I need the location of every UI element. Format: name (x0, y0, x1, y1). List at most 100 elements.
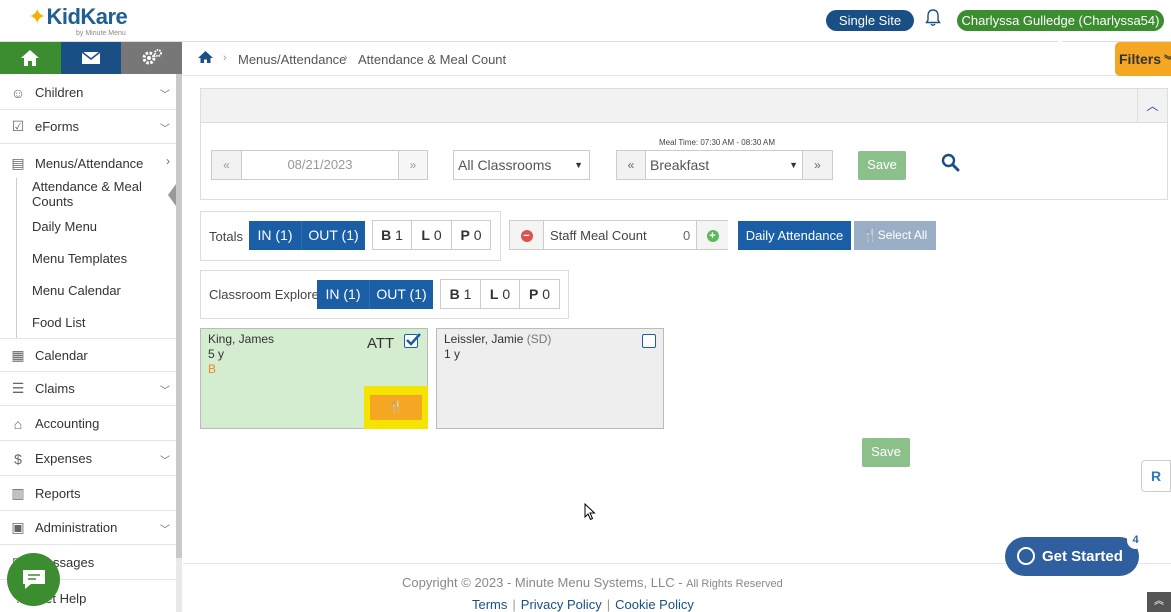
sidebar-item-administration[interactable]: ▣ Administration ﹀ (0, 511, 176, 545)
meal-select[interactable]: Breakfast ▼ (645, 150, 805, 180)
child-age: 5 y (208, 347, 225, 361)
single-site-button[interactable]: Single Site (826, 10, 914, 31)
sidebar-item-reports[interactable]: ▥ Reports (0, 477, 176, 511)
chevron-up-icon[interactable]: ︿ (1137, 89, 1167, 123)
scrollbar-thumb[interactable] (176, 74, 182, 558)
select-all-button[interactable]: 🍴Select All (854, 221, 936, 250)
chevron-right-icon: › (223, 52, 227, 64)
staff-meal-count-label: Staff Meal Count (550, 228, 647, 243)
breadcrumb: › Menus/Attendance › Attendance & Meal C… (183, 42, 1171, 76)
footer-links: Terms | Privacy Policy | Cookie Policy (472, 597, 694, 612)
chevron-down-icon: ﹀ (160, 90, 170, 101)
child-card[interactable]: King, James 5 y B ATT 🍴 (200, 328, 428, 429)
totals-out-button[interactable]: OUT (1) (301, 221, 365, 250)
sidebar-item-label: Claims (35, 381, 75, 396)
attendance-checkbox[interactable] (404, 333, 421, 348)
child-meal-code: B (208, 362, 217, 376)
sidebar-item-accounting[interactable]: ⌂ Accounting (0, 407, 176, 441)
prev-meal-button[interactable]: « (616, 150, 646, 180)
sidebar-subitem-menu-calendar[interactable]: Menu Calendar (16, 274, 176, 306)
report-icon: ▥ (11, 485, 25, 501)
brand-tagline: by Minute Menu (76, 30, 126, 37)
decrement-button[interactable]: − (510, 221, 544, 249)
classroom-out-button[interactable]: OUT (1) (369, 280, 433, 309)
save-button[interactable]: Save (862, 438, 910, 467)
meal-time-label: Meal Time: 07:30 AM - 08:30 AM (659, 138, 776, 147)
totals-pm-snack-count: P 0 (451, 220, 491, 250)
kidkare-logo[interactable]: ✦KidKare by Minute Menu (28, 4, 128, 38)
chat-bubble-button[interactable] (7, 553, 60, 606)
child-card[interactable]: Leissler, Jamie (SD) 1 y (436, 328, 664, 429)
scroll-to-top-icon[interactable]: ︽ (1147, 592, 1171, 612)
minus-circle-icon: − (520, 230, 533, 242)
classroom-lunch-count: L 0 (480, 279, 520, 309)
next-date-button[interactable]: » (398, 150, 428, 180)
privacy-policy-link[interactable]: Privacy Policy (521, 597, 602, 612)
list-icon: ☰ (11, 380, 25, 396)
totals-label: Totals (209, 229, 243, 244)
sidebar-subitem-menu-templates[interactable]: Menu Templates (16, 242, 176, 274)
attendance-status: ATT (367, 335, 395, 352)
chat-icon (23, 570, 45, 589)
sidebar-item-label: eForms (35, 119, 80, 134)
chevron-down-icon: ﹀ (160, 456, 170, 467)
sidebar-item-calendar[interactable]: ▦ Calendar (0, 338, 176, 372)
get-started-button[interactable]: Get Started (1005, 537, 1139, 576)
next-meal-button[interactable]: » (802, 150, 833, 180)
dollar-icon: $ (14, 450, 22, 467)
sidebar-item-expenses[interactable]: $ Expenses ﹀ (0, 442, 176, 476)
mail-icon[interactable] (60, 42, 122, 74)
mouse-cursor-icon (584, 503, 596, 521)
search-icon[interactable] (941, 153, 960, 177)
increment-button[interactable]: + (696, 221, 728, 249)
chevron-down-icon: ﹀ (160, 525, 170, 536)
sidebar-item-label: Administration (35, 520, 118, 535)
gear-icon[interactable] (121, 42, 183, 74)
totals-breakfast-count: B 1 (372, 220, 412, 250)
totals-in-button[interactable]: IN (1) (249, 221, 301, 250)
save-button[interactable]: Save (858, 151, 906, 180)
bell-icon[interactable] (923, 9, 943, 31)
child-name: Leissler, Jamie (SD) (444, 332, 552, 346)
sidebar-item-children[interactable]: ☺ Children ﹀ (0, 76, 176, 110)
caret-down-icon: ▼ (574, 160, 583, 170)
date-input[interactable]: 08/21/2023 (241, 150, 399, 180)
attendance-checkbox[interactable] (642, 334, 656, 348)
widget-r-icon[interactable]: R (1141, 460, 1171, 492)
cookie-policy-link[interactable]: Cookie Policy (615, 597, 694, 612)
home-icon[interactable] (0, 42, 61, 74)
sidebar-item-claims[interactable]: ☰ Claims ﹀ (0, 372, 176, 406)
filters-button[interactable]: Filters ︾ (1115, 42, 1171, 76)
daily-attendance-button[interactable]: Daily Attendance (738, 221, 851, 250)
sidebar-subitem-attendance-meal-counts[interactable]: Attendance & Meal Counts (16, 178, 176, 210)
star-logo-icon: ✦ (28, 4, 47, 29)
child-icon: ☺ (10, 84, 26, 101)
user-menu-button[interactable]: Charlyssa Gulledge (Charlyssa54) ▼ (957, 10, 1164, 49)
classroom-label: Classroom Explore (209, 287, 319, 302)
double-chevron-down-icon: ︾ (1161, 55, 1171, 67)
home-icon[interactable] (197, 50, 214, 68)
prev-date-button[interactable]: « (211, 150, 242, 180)
classroom-select[interactable]: All Classrooms ▼ (453, 150, 590, 180)
breadcrumb-menus-attendance[interactable]: Menus/Attendance (238, 52, 346, 67)
sidebar-item-eforms[interactable]: ☑ eForms ﹀ (0, 110, 176, 144)
form-check-icon: ☑ (11, 118, 25, 134)
child-age: 1 y (444, 347, 461, 361)
classroom-breakfast-count: B 1 (440, 279, 481, 309)
copyright: Copyright © 2023 - Minute Menu Systems, … (402, 575, 783, 590)
double-chevron-right-icon: » (409, 158, 417, 172)
sidebar-subitem-daily-menu[interactable]: Daily Menu (16, 210, 176, 242)
meal-toggle-button[interactable]: 🍴 (370, 395, 422, 420)
meal-highlight: 🍴 (364, 386, 428, 429)
terms-link[interactable]: Terms (472, 597, 507, 612)
chevron-down-icon: ﹀ (160, 124, 170, 135)
briefcase-icon: ▣ (11, 519, 25, 535)
panel-header: ︿ (201, 89, 1167, 123)
sidebar-scrollbar[interactable] (176, 74, 182, 612)
staff-meal-count-value[interactable]: 0 (683, 228, 690, 243)
sidebar-item-label: Accounting (35, 416, 100, 431)
sidebar-item-menus-attendance[interactable]: ▤ Menus/Attendance › (0, 146, 176, 180)
sidebar-subitem-food-list[interactable]: Food List (16, 306, 176, 338)
breadcrumb-current-page: Attendance & Meal Count (358, 52, 507, 67)
classroom-in-button[interactable]: IN (1) (317, 280, 369, 309)
